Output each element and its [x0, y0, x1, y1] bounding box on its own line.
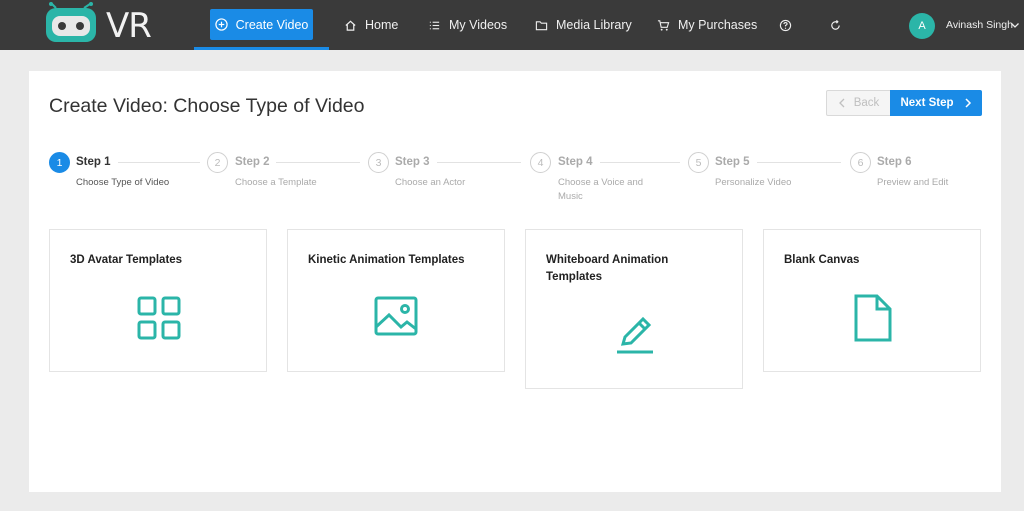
image-icon: [374, 296, 418, 336]
back-button[interactable]: Back: [826, 90, 891, 116]
step-4-indicator: 4: [530, 152, 551, 173]
step-2-title: Step 2: [235, 156, 270, 168]
step-5-title: Step 5: [715, 156, 750, 168]
step-2-indicator: 2: [207, 152, 228, 173]
nav-my-purchases[interactable]: My Purchases: [657, 0, 757, 50]
create-video-label: Create Video: [235, 17, 309, 32]
chevron-left-icon: [838, 98, 845, 108]
card-title: Whiteboard Animation Templates: [546, 254, 669, 283]
cart-icon: [657, 19, 670, 31]
nav-my-videos-label: My Videos: [449, 18, 508, 32]
step-connector: [118, 162, 200, 163]
nav-home-label: Home: [365, 18, 399, 32]
step-6-title: Step 6: [877, 156, 912, 168]
step-connector: [757, 162, 841, 163]
step-1-indicator: 1: [49, 152, 70, 173]
step-3-indicator: 3: [368, 152, 389, 173]
nav-home[interactable]: Home: [344, 0, 398, 50]
grid-icon: [137, 296, 181, 340]
page-title: Create Video: Choose Type of Video: [49, 95, 365, 117]
step-3-title: Step 3: [395, 156, 430, 168]
back-button-label: Back: [853, 97, 880, 109]
card-whiteboard-animation-templates[interactable]: Whiteboard Animation Templates: [525, 229, 743, 389]
step-4-description: Choose a Voice and Music: [558, 177, 644, 202]
step-6-description: Preview and Edit: [877, 177, 949, 188]
step-connector: [600, 162, 680, 163]
card-blank-canvas[interactable]: Blank Canvas: [763, 229, 981, 372]
chevron-right-icon: [964, 98, 971, 108]
step-connector: [437, 162, 521, 163]
home-icon: [345, 20, 356, 31]
user-name[interactable]: Avinash Singh: [946, 0, 1013, 50]
plus-circle-icon: [214, 18, 228, 31]
next-step-button[interactable]: Next Step: [890, 90, 982, 116]
step-6-indicator: 6: [850, 152, 871, 173]
create-video-button[interactable]: Create Video: [210, 9, 313, 40]
step-2-description: Choose a Template: [235, 177, 317, 188]
card-title: Kinetic Animation Templates: [308, 254, 465, 266]
user-avatar[interactable]: A: [909, 13, 935, 39]
step-3-description: Choose an Actor: [395, 177, 466, 188]
step-5-indicator: 5: [688, 152, 709, 173]
step-1-description: Choose Type of Video: [76, 177, 170, 188]
refresh-button[interactable]: [829, 0, 842, 50]
card-title: Blank Canvas: [784, 254, 860, 266]
refresh-icon: [831, 19, 840, 30]
question-circle-icon: [779, 19, 792, 31]
step-4-title: Step 4: [558, 156, 593, 168]
step-connector: [276, 162, 360, 163]
step-5-description: Personalize Video: [715, 177, 792, 188]
next-step-label: Next Step: [900, 97, 954, 109]
nav-my-videos[interactable]: My Videos: [428, 0, 507, 50]
card-kinetic-animation-templates[interactable]: Kinetic Animation Templates: [287, 229, 505, 372]
file-icon: [854, 294, 892, 342]
logo-text: VR: [106, 6, 152, 46]
card-title: 3D Avatar Templates: [70, 254, 183, 266]
help-button[interactable]: [779, 0, 792, 50]
chevron-down-icon[interactable]: [1010, 20, 1020, 30]
nav-media-library[interactable]: Media Library: [535, 0, 632, 50]
card-3d-avatar-templates[interactable]: 3D Avatar Templates: [49, 229, 267, 372]
nav-media-library-label: Media Library: [556, 18, 632, 32]
nav-my-purchases-label: My Purchases: [678, 18, 758, 32]
folder-icon: [535, 20, 548, 30]
list-icon: [429, 21, 440, 29]
pencil-icon: [617, 316, 653, 354]
active-nav-indicator: [194, 47, 329, 50]
step-1-title: Step 1: [76, 156, 111, 168]
